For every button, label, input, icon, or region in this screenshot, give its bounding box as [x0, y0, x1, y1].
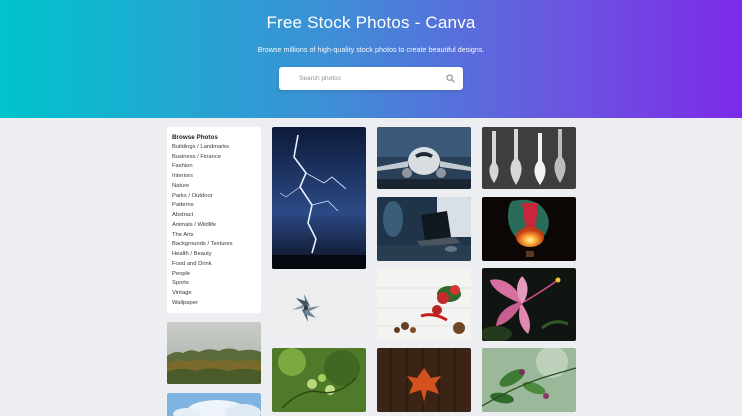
category-link[interactable]: Parks / Outdoor [172, 192, 256, 202]
category-link[interactable]: Wallpaper [172, 299, 256, 309]
category-link[interactable]: Backgrounds / Textures [172, 240, 256, 250]
category-link[interactable]: Buildings / Landmarks [172, 143, 256, 153]
photo-pinwheel[interactable] [272, 277, 366, 339]
category-link[interactable]: Nature [172, 182, 256, 192]
photo-green-plant[interactable] [272, 348, 366, 412]
photo-sky-clouds[interactable] [167, 393, 261, 416]
category-link[interactable]: The Arts [172, 231, 256, 241]
category-list: Buildings / Landmarks Business / Finance… [172, 143, 256, 309]
sidebar-heading: Browse Photos [172, 134, 218, 141]
category-link[interactable]: Fashion [172, 162, 256, 172]
category-link[interactable]: Sports [172, 279, 256, 289]
category-link[interactable]: People [172, 270, 256, 280]
category-sidebar: Browse Photos Buildings / Landmarks Busi… [167, 127, 261, 313]
photo-guitars[interactable] [482, 127, 576, 189]
photo-green-leaves[interactable] [482, 348, 576, 412]
search-input[interactable] [291, 67, 451, 90]
photo-laptop-desk[interactable] [377, 197, 471, 261]
category-link[interactable]: Patterns [172, 201, 256, 211]
search-icon[interactable] [446, 74, 455, 83]
photo-hot-air-balloon[interactable] [482, 197, 576, 261]
category-link[interactable]: Food and Drink [172, 260, 256, 270]
photo-wood-autumn-leaf[interactable] [377, 348, 471, 412]
page-title: Free Stock Photos - Canva [266, 13, 476, 32]
photo-pink-hibiscus[interactable] [482, 268, 576, 341]
category-link[interactable]: Animals / Wildlife [172, 221, 256, 231]
category-link[interactable]: Health / Beauty [172, 250, 256, 260]
page-subtitle: Browse millions of high-quality stock ph… [257, 45, 485, 54]
hero-banner: Free Stock Photos - Canva Browse million… [0, 0, 742, 118]
photo-airplane[interactable] [377, 127, 471, 189]
photo-lightning-storm[interactable] [272, 127, 366, 269]
photo-forest-treeline[interactable] [167, 322, 261, 384]
photo-red-flowers-pinecones[interactable] [377, 268, 471, 341]
category-link[interactable]: Abstract [172, 211, 256, 221]
category-link[interactable]: Vintage [172, 289, 256, 299]
category-link[interactable]: Business / Finance [172, 153, 256, 163]
category-link[interactable]: Interiors [172, 172, 256, 182]
search-bar[interactable] [279, 67, 463, 90]
